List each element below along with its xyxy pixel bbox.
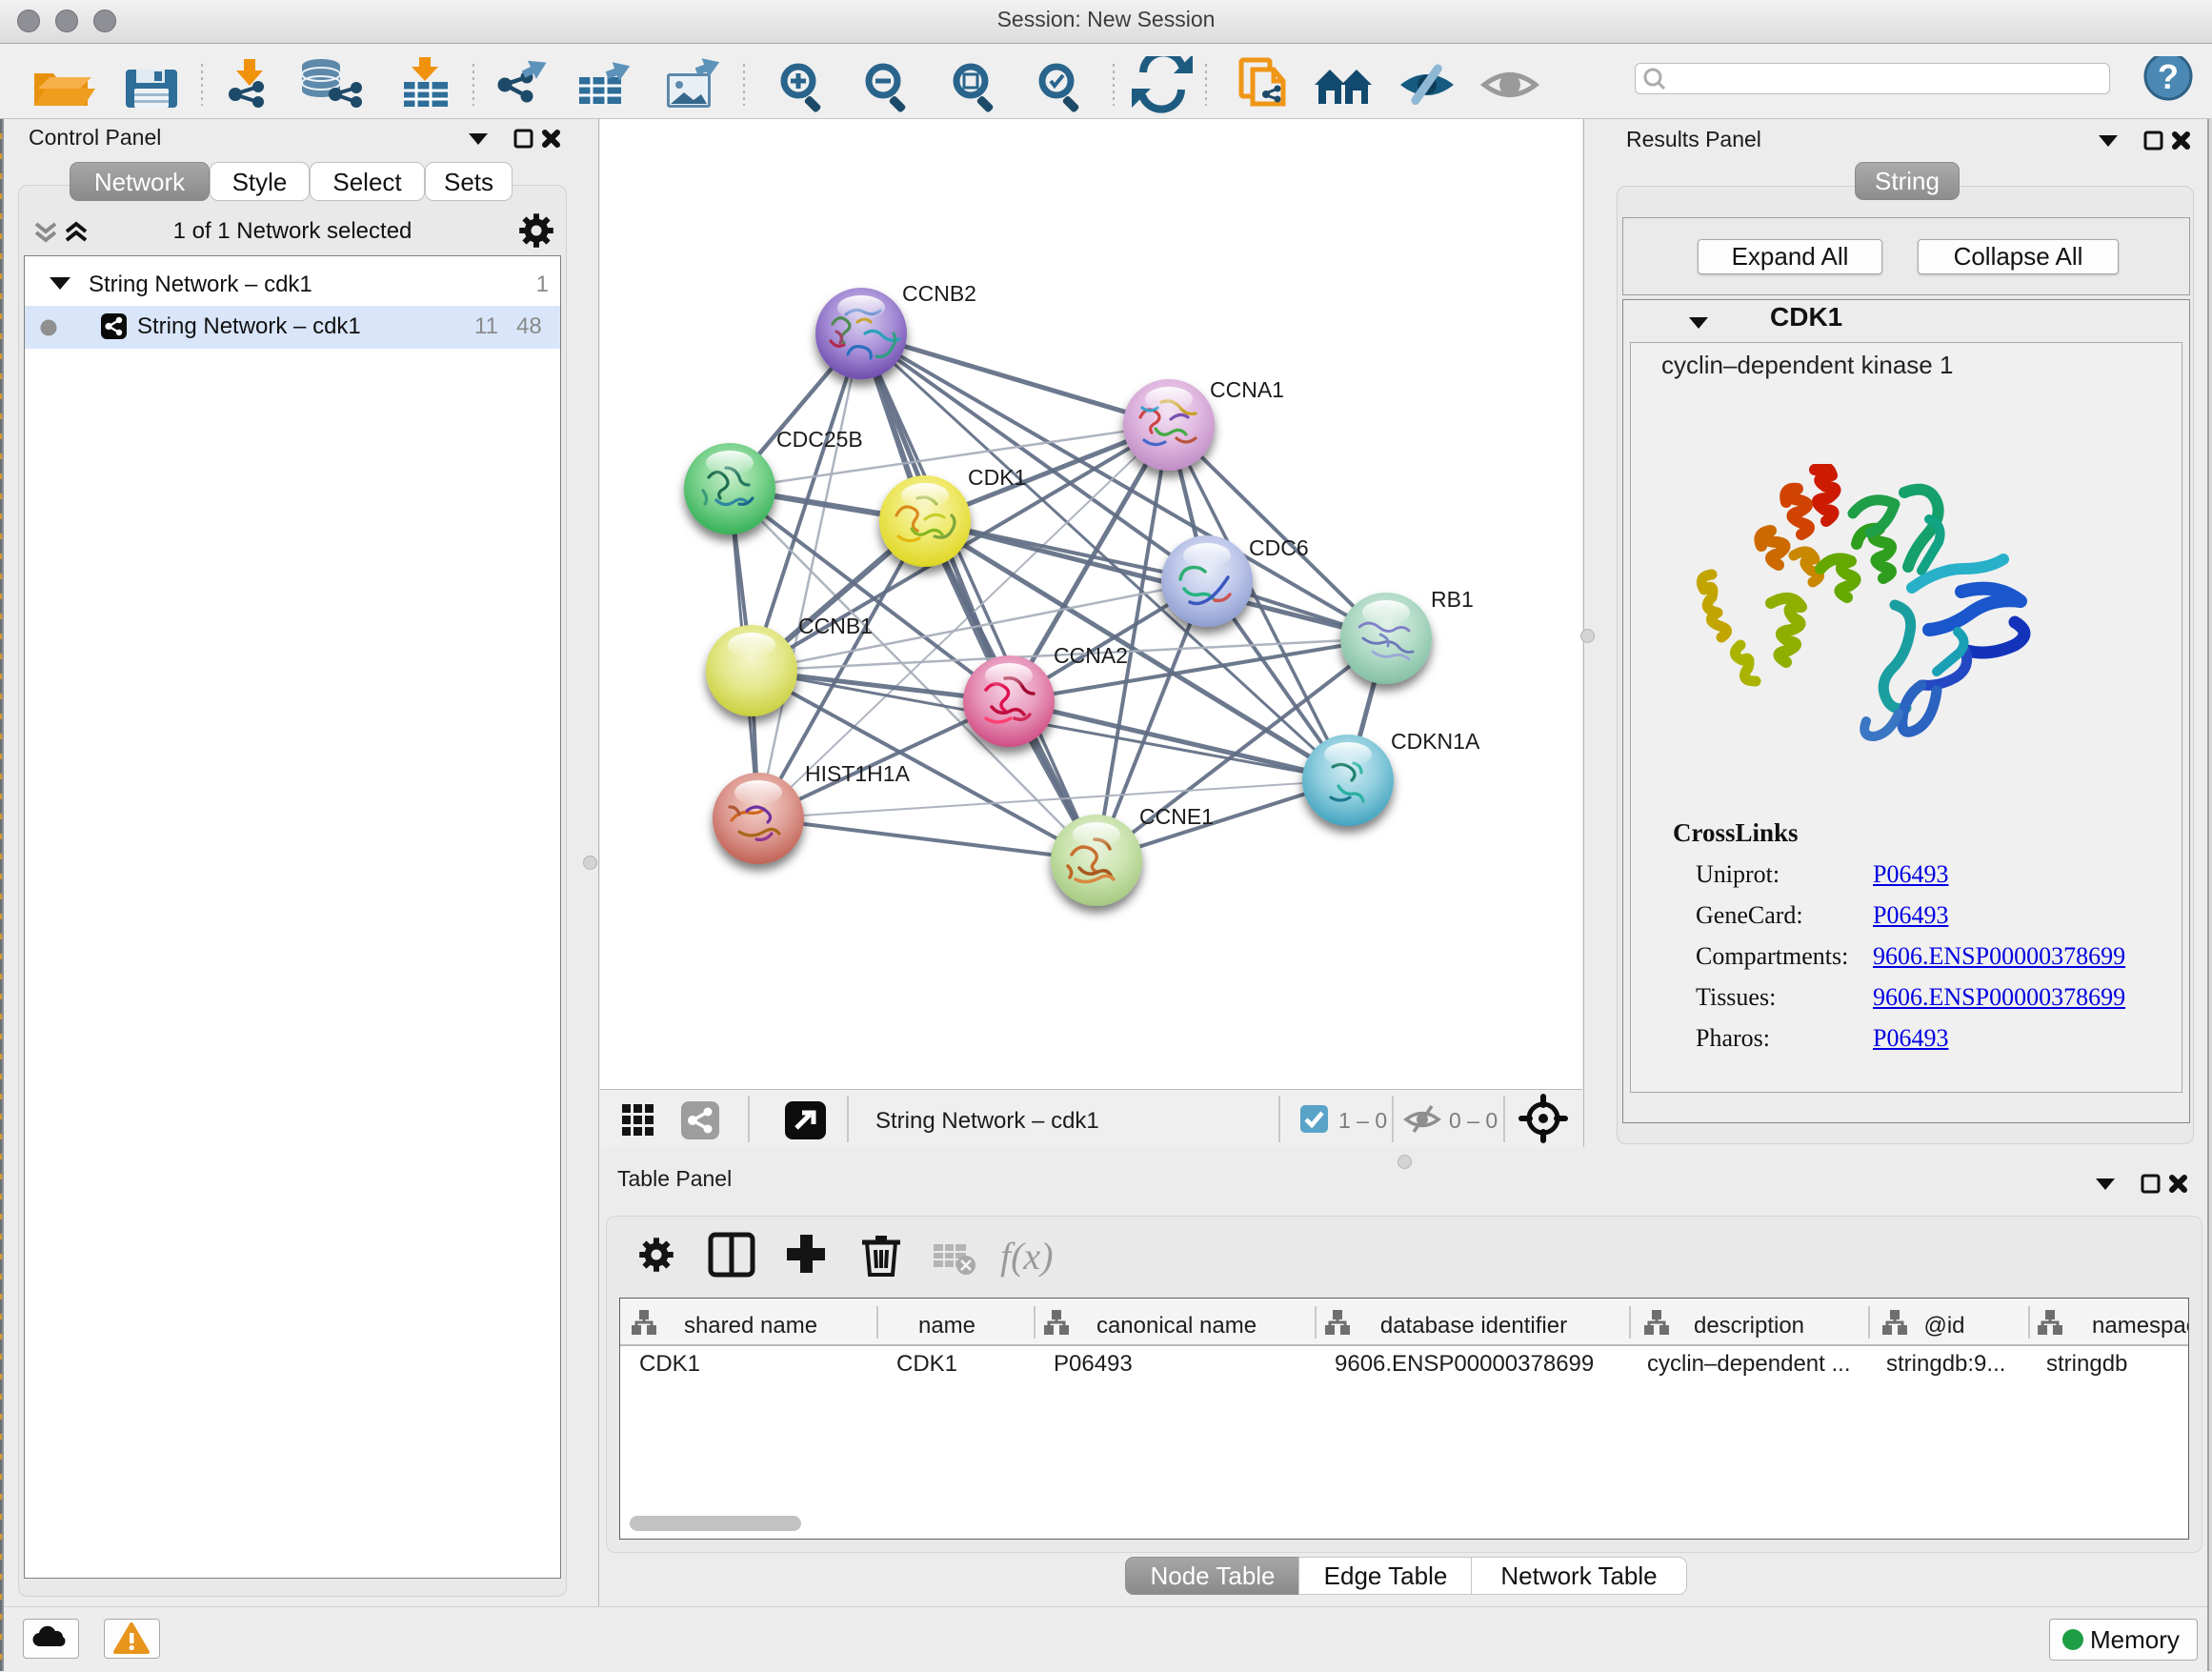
svg-text:HIST1H1A: HIST1H1A [805,761,911,786]
svg-text:CDK1: CDK1 [968,465,1026,490]
svg-text:9606.ENSP00000378699: 9606.ENSP00000378699 [1335,1351,1594,1377]
svg-text:namespac: namespac [2092,1313,2188,1339]
svg-text:CCNB2: CCNB2 [902,281,976,306]
svg-text:shared name: shared name [684,1313,817,1339]
svg-text:?: ? [2158,57,2179,96]
svg-text:name: name [918,1313,975,1339]
svg-text:stringdb: stringdb [2046,1351,2127,1377]
svg-text:0 – 0: 0 – 0 [1449,1108,1498,1133]
svg-text:cyclin–dependent ...: cyclin–dependent ... [1647,1351,1850,1377]
svg-text:String Network – cdk1: String Network – cdk1 [875,1108,1099,1134]
svg-text:description: description [1694,1313,1804,1339]
svg-text:database identifier: database identifier [1380,1313,1567,1339]
svg-text:CDKN1A: CDKN1A [1391,729,1480,754]
svg-text:CDC25B: CDC25B [776,427,863,452]
svg-text:stringdb:9...: stringdb:9... [1886,1351,2005,1377]
svg-text:CDC6: CDC6 [1249,535,1309,560]
svg-text:CCNA2: CCNA2 [1054,643,1128,668]
svg-text:RB1: RB1 [1431,587,1474,612]
svg-text:CDK1: CDK1 [639,1351,700,1377]
svg-text:canonical name: canonical name [1096,1313,1257,1339]
svg-text:@id: @id [1923,1313,1964,1339]
svg-text:CCNB1: CCNB1 [798,614,873,638]
svg-text:CDK1: CDK1 [896,1351,957,1377]
svg-text:P06493: P06493 [1054,1351,1133,1377]
svg-text:f(x): f(x) [1000,1235,1054,1278]
svg-text:CCNA1: CCNA1 [1210,377,1284,402]
svg-text:1 – 0: 1 – 0 [1338,1108,1387,1133]
svg-text:CCNE1: CCNE1 [1139,804,1214,829]
